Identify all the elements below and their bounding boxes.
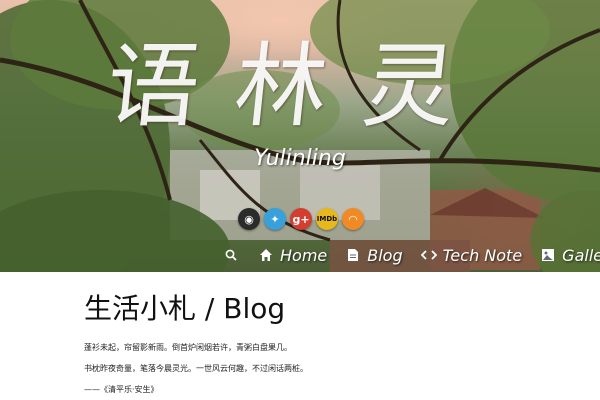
site-title: 语林灵 [101,33,497,140]
nav-item-home[interactable]: Home [258,246,327,265]
poem-line: 蓬衫未起，帘留影新雨。倒首炉闲烟若许，青粥白盘果几。 [84,343,292,352]
hero-banner: 语林灵 Yulinling ◉ ✦ g+ IMDb ◠ Home Blog Te… [0,0,600,272]
nav-item-label: Gallery [562,245,600,265]
document-icon [345,247,361,263]
social-links: ◉ ✦ g+ IMDb ◠ [238,208,364,230]
nav-item-gallery[interactable]: Gallery [540,246,600,265]
home-icon [258,247,274,263]
imdb-icon[interactable]: IMDb [316,208,338,230]
page-title: 生活小札 / Blog [84,292,286,325]
main-content: 生活小札 / Blog 蓬衫未起，帘留影新雨。倒首炉闲烟若许，青粥白盘果几。 书… [84,290,524,400]
github-icon[interactable]: ◉ [238,208,260,230]
search-icon[interactable] [222,244,240,266]
site-subtitle: Yulinling [254,146,346,171]
nav-item-tech-note[interactable]: Tech Note [420,245,523,265]
nav-item-blog[interactable]: Blog [345,245,403,265]
image-icon [540,247,556,263]
rss-icon[interactable]: ◠ [342,208,364,230]
code-icon [420,247,437,263]
google-plus-icon[interactable]: g+ [290,208,312,230]
poem-attribution: ——《清平乐·安生》 [84,385,159,394]
poem-line: 书枕昨夜奇量，笔落今晨灵光。一世风云何趣，不过闲话两桩。 [84,364,308,373]
twitter-icon[interactable]: ✦ [264,208,286,230]
nav-item-label: Blog [367,245,403,265]
nav-item-label: Home [280,245,328,265]
main-nav: Home Blog Tech Note Gallery [222,244,600,266]
nav-item-label: Tech Note [442,245,523,265]
